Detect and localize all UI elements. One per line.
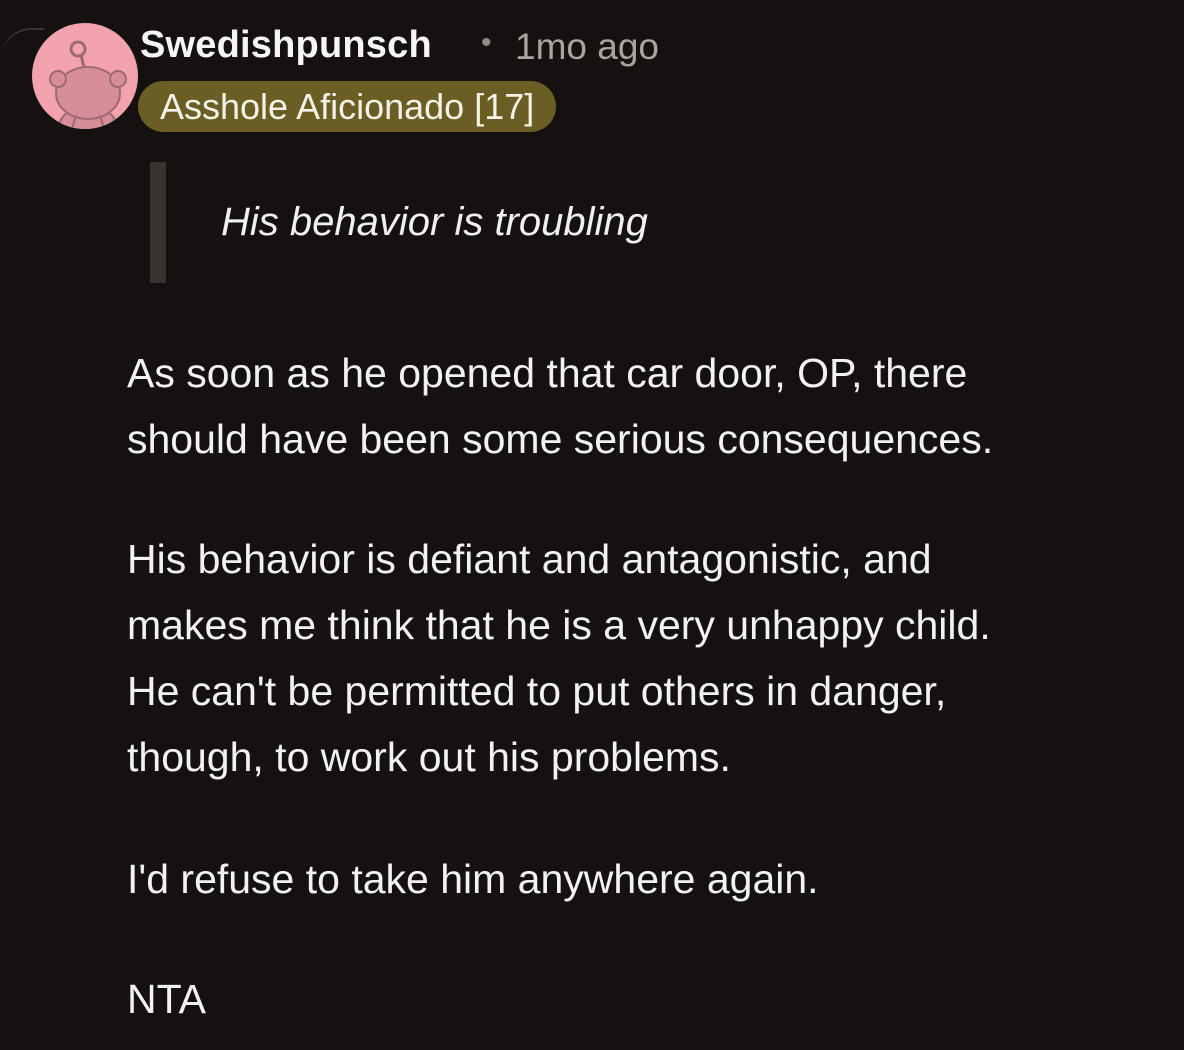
paragraph-line: makes me think that he is a very unhappy… <box>127 602 991 648</box>
paragraph-line: should have been some serious consequenc… <box>127 416 994 462</box>
user-flair-badge: Asshole Aficionado [17] <box>138 81 557 132</box>
comment-paragraph: I'd refuse to take him anywhere again. <box>127 846 819 912</box>
comment-verdict: NTA <box>127 966 206 1032</box>
blockquote-text: His behavior is troubling <box>221 200 648 244</box>
blockquote-bar <box>150 162 166 283</box>
comment-timestamp: 1mo ago <box>515 26 659 67</box>
paragraph-line: I'd refuse to take him anywhere again. <box>127 856 819 902</box>
user-avatar[interactable] <box>32 23 138 129</box>
comment-paragraph: As soon as he opened that car door, OP, … <box>127 340 993 472</box>
paragraph-line: NTA <box>127 976 206 1022</box>
paragraph-line: though, to work out his problems. <box>127 734 731 780</box>
paragraph-line: As soon as he opened that car door, OP, … <box>127 350 968 396</box>
snoo-avatar-icon <box>49 40 127 129</box>
paragraph-line: He can't be permitted to put others in d… <box>127 668 947 714</box>
paragraph-line: His behavior is defiant and antagonistic… <box>127 536 932 582</box>
meta-separator: • <box>481 26 492 59</box>
comment-paragraph: His behavior is defiant and antagonistic… <box>127 526 991 790</box>
comment-author[interactable]: Swedishpunsch <box>140 24 432 67</box>
